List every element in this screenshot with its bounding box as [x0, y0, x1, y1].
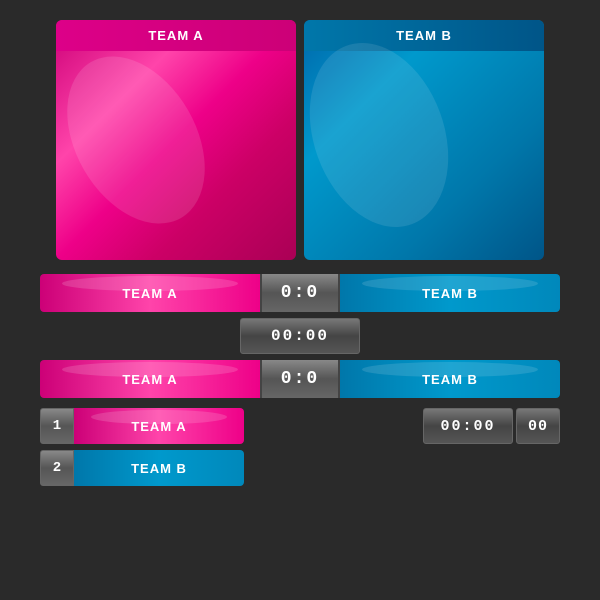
ticker-number-value-1: 1 — [53, 418, 61, 434]
ticker-team-a-label: TEAM A — [131, 419, 186, 434]
timer-value-1: 00:00 — [271, 327, 329, 345]
score-row1-team-b-label: TEAM B — [422, 286, 478, 301]
ticker-section-1: 1 TEAM A 00:00 00 — [40, 408, 560, 444]
ticker-timer-value-1: 00:00 — [440, 418, 495, 435]
card-header-team-b: TEAM B — [304, 20, 544, 51]
ticker-timer-group-1: 00:00 00 — [423, 408, 560, 444]
ticker-number-value-2: 2 — [53, 460, 61, 476]
cards-section: TEAM A TEAM B — [40, 20, 560, 260]
ticker-extra-value-1: 00 — [528, 418, 548, 435]
score-row-2: TEAM A 0:0 TEAM B — [40, 360, 560, 398]
ticker-timer-1: 00:00 — [423, 408, 513, 444]
score-value-2: 0:0 — [281, 369, 319, 389]
ticker-section-2: 2 TEAM B — [40, 450, 560, 486]
ticker-name-team-b: TEAM B — [74, 450, 244, 486]
ticker-extra-1: 00 — [516, 408, 560, 444]
card-header-team-a: TEAM A — [56, 20, 296, 51]
ticker-num-2: 2 — [40, 450, 74, 486]
score-row-1: TEAM A 0:0 TEAM B — [40, 274, 560, 312]
card-label-team-b: TEAM B — [396, 28, 452, 43]
score-value-1: 0:0 — [281, 283, 319, 303]
timer-display-1: 00:00 — [240, 318, 360, 354]
team-bar-b-1: TEAM B — [340, 274, 560, 312]
score-row2-team-b-label: TEAM B — [422, 372, 478, 387]
card-label-team-a: TEAM A — [148, 28, 203, 43]
team-bar-a-1: TEAM A — [40, 274, 260, 312]
team-bar-a-2: TEAM A — [40, 360, 260, 398]
team-card-b: TEAM B — [304, 20, 544, 260]
team-card-a: TEAM A — [56, 20, 296, 260]
ticker-left-1: 1 TEAM A — [40, 408, 244, 444]
score-display-2: 0:0 — [260, 360, 340, 398]
timer-row-1: 00:00 — [40, 318, 560, 354]
ticker-team-b-label: TEAM B — [131, 461, 187, 476]
ticker-num-1: 1 — [40, 408, 74, 444]
ticker-left-2: 2 TEAM B — [40, 450, 244, 486]
score-row2-team-a-label: TEAM A — [122, 372, 177, 387]
team-bar-b-2: TEAM B — [340, 360, 560, 398]
ticker-name-team-a: TEAM A — [74, 408, 244, 444]
score-display-1: 0:0 — [260, 274, 340, 312]
score-row1-team-a-label: TEAM A — [122, 286, 177, 301]
